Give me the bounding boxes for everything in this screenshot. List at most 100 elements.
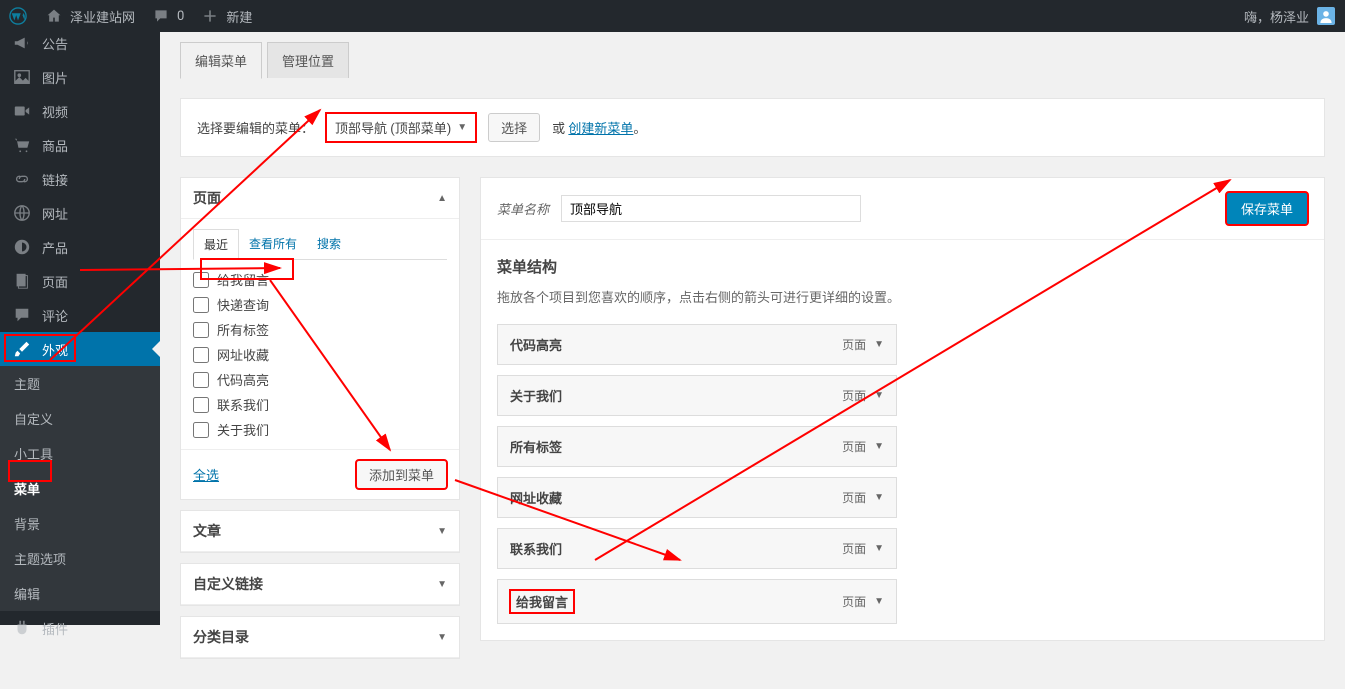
sidebar-item-label: 公告 [42,34,68,53]
user-account[interactable]: 嗨，杨泽业 [1234,7,1345,26]
select-label: 选择要编辑的菜单： [197,118,314,137]
submenu-theme-options[interactable]: 主题选项 [0,541,160,576]
categories-title: 分类目录 [193,627,249,647]
chevron-down-icon: ▼ [457,122,467,133]
menu-name-label: 菜单名称 [497,199,549,218]
structure-description: 拖放各个项目到您喜欢的顺序，点击右侧的箭头可进行更详细的设置。 [497,287,1308,306]
menu-item-handle[interactable]: 网址收藏页面▼ [497,477,897,518]
admin-sidebar: 公告 图片 视频 商品 链接 网址 产品 页面 评论 外观 主题 自定义 小工具… [0,32,160,625]
sidebar-item-links[interactable]: 链接 [0,162,160,196]
sidebar-item-label: 网址 [42,204,68,223]
tab-manage-locations[interactable]: 管理位置 [267,42,349,78]
categories-header[interactable]: 分类目录 ▼ [181,617,459,658]
tab-search[interactable]: 搜索 [307,229,351,259]
comments-link[interactable]: 0 [143,0,192,32]
avatar [1317,7,1335,25]
or-text: 或 创建新菜单。 [552,118,646,137]
sidebar-item-label: 外观 [42,340,68,359]
posts-metabox: 文章 ▼ [180,510,460,553]
menu-items-list: 代码高亮页面▼ 关于我们页面▼ 所有标签页面▼ 网址收藏页面▼ 联系我们页面▼ … [497,324,897,624]
menu-item-handle[interactable]: 给我留言页面▼ [497,579,897,624]
new-label: 新建 [226,7,252,26]
tab-recent[interactable]: 最近 [193,229,239,260]
wp-logo[interactable] [0,0,36,32]
pages-metabox-header[interactable]: 页面 ▲ [181,178,459,219]
comment-icon [151,6,171,26]
posts-title: 文章 [193,521,221,541]
page-icon [12,271,32,291]
select-button[interactable]: 选择 [488,113,540,142]
main-content: 编辑菜单 管理位置 选择要编辑的菜单： 顶部导航 (顶部菜单) ▼ 选择 或 创… [160,32,1345,689]
sidebar-item-image[interactable]: 图片 [0,60,160,94]
page-label: 关于我们 [217,420,269,439]
site-name-link[interactable]: 泽业建站网 [36,0,143,32]
page-checkbox-item[interactable]: 关于我们 [193,420,447,439]
sidebar-item-appearance[interactable]: 外观 [0,332,160,366]
sidebar-item-label: 视频 [42,102,68,121]
sidebar-item-video[interactable]: 视频 [0,94,160,128]
page-label: 代码高亮 [217,370,269,389]
menu-item-handle[interactable]: 所有标签页面▼ [497,426,897,467]
sidebar-item-label: 图片 [42,68,68,87]
checkbox[interactable] [193,322,209,338]
checkbox[interactable] [193,272,209,288]
new-content-link[interactable]: 新建 [192,0,260,32]
sidebar-item-label: 页面 [42,272,68,291]
page-label: 快递查询 [217,295,269,314]
page-checkbox-item[interactable]: 代码高亮 [193,370,447,389]
submenu-themes[interactable]: 主题 [0,366,160,401]
save-menu-button[interactable]: 保存菜单 [1226,192,1308,225]
tab-edit-menu[interactable]: 编辑菜单 [180,42,262,79]
sidebar-item-label: 评论 [42,306,68,325]
create-menu-link[interactable]: 创建新菜单 [568,122,633,137]
sidebar-item-label: 商品 [42,136,68,155]
wordpress-icon [8,6,28,26]
submenu-editor[interactable]: 编辑 [0,576,160,611]
plus-icon [200,6,220,26]
comments-count: 0 [177,9,184,24]
menu-edit-panel: 菜单名称 保存菜单 菜单结构 拖放各个项目到您喜欢的顺序，点击右侧的箭头可进行更… [480,177,1325,641]
sidebar-item-product[interactable]: 商品 [0,128,160,162]
sidebar-item-products[interactable]: 产品 [0,230,160,264]
sidebar-item-comments[interactable]: 评论 [0,298,160,332]
greeting-label: 嗨，杨泽业 [1244,7,1309,26]
menu-select-dropdown[interactable]: 顶部导航 (顶部菜单) ▼ [326,113,476,142]
sidebar-item-label: 链接 [42,170,68,189]
posts-metabox-header[interactable]: 文章 ▼ [181,511,459,552]
checkbox[interactable] [193,347,209,363]
checkbox[interactable] [193,372,209,388]
tab-view-all[interactable]: 查看所有 [239,229,307,259]
page-checkbox-item[interactable]: 快递查询 [193,295,447,314]
select-all-link[interactable]: 全选 [193,465,219,484]
menu-item-handle[interactable]: 联系我们页面▼ [497,528,897,569]
menu-name-input[interactable] [561,195,861,222]
add-to-menu-button[interactable]: 添加到菜单 [356,460,447,489]
chevron-down-icon: ▼ [874,492,884,503]
appearance-submenu: 主题 自定义 小工具 菜单 背景 主题选项 编辑 [0,366,160,611]
page-label: 所有标签 [217,320,269,339]
page-checkbox-item[interactable]: 所有标签 [193,320,447,339]
submenu-menus[interactable]: 菜单 [0,471,160,506]
custom-links-title: 自定义链接 [193,574,263,594]
menu-item-handle[interactable]: 关于我们页面▼ [497,375,897,416]
checkbox[interactable] [193,397,209,413]
submenu-widgets[interactable]: 小工具 [0,436,160,471]
submenu-customize[interactable]: 自定义 [0,401,160,436]
page-checkbox-item[interactable]: 给我留言 [193,270,447,289]
pages-metabox: 页面 ▲ 最近 查看所有 搜索 给我留言 快递查询 [180,177,460,500]
image-icon [12,67,32,87]
page-checkbox-item[interactable]: 联系我们 [193,395,447,414]
custom-links-metabox: 自定义链接 ▼ [180,563,460,606]
checkbox[interactable] [193,422,209,438]
menu-item-handle[interactable]: 代码高亮页面▼ [497,324,897,365]
chevron-up-icon: ▲ [437,193,447,204]
custom-links-header[interactable]: 自定义链接 ▼ [181,564,459,605]
sidebar-item-url[interactable]: 网址 [0,196,160,230]
submenu-background[interactable]: 背景 [0,506,160,541]
megaphone-icon [12,33,32,53]
checkbox[interactable] [193,297,209,313]
pages-list: 给我留言 快递查询 所有标签 网址收藏 代码高亮 联系我们 关于我们 [193,270,447,439]
page-checkbox-item[interactable]: 网址收藏 [193,345,447,364]
structure-heading: 菜单结构 [497,256,1308,277]
sidebar-item-pages[interactable]: 页面 [0,264,160,298]
